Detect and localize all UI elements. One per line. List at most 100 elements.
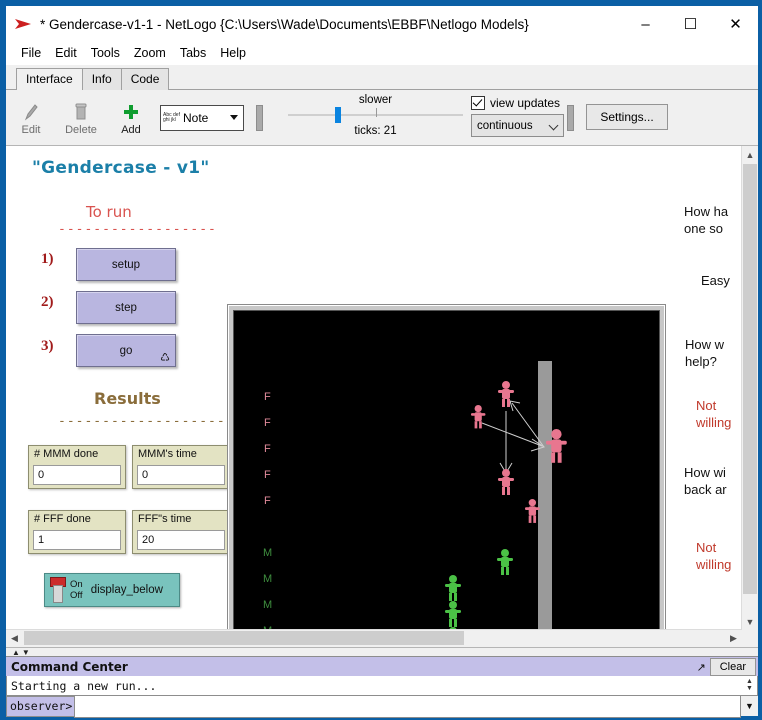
- monitor-fff-time[interactable]: FFF"s time 20: [132, 510, 230, 554]
- female-agent: [498, 381, 514, 407]
- minimize-button[interactable]: –: [623, 6, 668, 42]
- speed-label: slower: [288, 94, 463, 106]
- note-6-line-2: willing: [696, 557, 731, 572]
- menu-tabs[interactable]: Tabs: [173, 44, 213, 62]
- monitor-label: FFF"s time: [133, 511, 229, 525]
- pencil-icon: [22, 100, 40, 122]
- world-view[interactable]: F F F F F M M M M M 1 2 3 4 5 6 7: [227, 304, 666, 630]
- note-4: Not willing: [696, 397, 731, 431]
- monitor-mmm-done[interactable]: # MMM done 0: [28, 445, 126, 489]
- menu-tools[interactable]: Tools: [84, 44, 127, 62]
- link-arrows: [482, 401, 544, 473]
- step-button-label: step: [115, 302, 137, 314]
- command-center-header: Command Center ↗ Clear: [6, 656, 758, 676]
- monitor-value: 0: [33, 465, 121, 485]
- history-dropdown-icon[interactable]: ▼: [741, 697, 758, 716]
- setup-button-label: setup: [112, 259, 140, 271]
- edit-button[interactable]: Edit: [6, 95, 56, 141]
- delete-button[interactable]: Delete: [56, 95, 106, 141]
- menu-file[interactable]: File: [14, 44, 48, 62]
- note-4-line-2: willing: [696, 415, 731, 430]
- add-button[interactable]: Add: [106, 95, 156, 141]
- monitor-fff-done[interactable]: # FFF done 1: [28, 510, 126, 554]
- row-label-m-2: M: [263, 573, 272, 585]
- male-agent: [445, 601, 461, 627]
- command-input[interactable]: [74, 695, 741, 718]
- settings-button[interactable]: Settings...: [586, 104, 668, 130]
- edit-label: Edit: [22, 124, 41, 136]
- speed-slider[interactable]: [288, 107, 463, 123]
- results-heading: Results: [94, 389, 161, 408]
- interface-canvas[interactable]: "Gendercase - v1" To run ---------------…: [6, 146, 742, 630]
- go-button-label: go: [120, 345, 133, 357]
- vertical-scroll-thumb[interactable]: [743, 164, 757, 594]
- step-number-2: 2): [41, 294, 54, 311]
- interface-horizontal-scrollbar[interactable]: ◀ ▶: [6, 629, 742, 647]
- clear-button[interactable]: Clear: [710, 658, 756, 676]
- tab-code[interactable]: Code: [121, 68, 170, 90]
- row-label-f-1: F: [264, 391, 271, 403]
- horizontal-scroll-thumb[interactable]: [24, 631, 464, 645]
- scrollbar-corner: [742, 630, 758, 647]
- monitor-label: # MMM done: [29, 446, 125, 460]
- update-mode-select[interactable]: continuous: [471, 114, 564, 137]
- command-center-splitter[interactable]: ▲▼: [6, 647, 758, 656]
- female-agent: [525, 499, 540, 523]
- note-1-line-2: one so: [684, 221, 723, 236]
- menu-zoom[interactable]: Zoom: [127, 44, 173, 62]
- widget-type-select[interactable]: Abc defghi jkl Note: [160, 105, 244, 131]
- note-6: Not willing: [696, 539, 731, 573]
- menu-bar: File Edit Tools Zoom Tabs Help: [6, 42, 758, 65]
- step-button[interactable]: step: [76, 291, 176, 324]
- toolbar-separator-1: [256, 105, 263, 131]
- monitor-label: # FFF done: [29, 511, 125, 525]
- display-below-switch[interactable]: On Off display_below: [44, 573, 180, 607]
- monitor-label: MMM's time: [133, 446, 229, 460]
- note-5-line-1: How wi: [684, 465, 726, 480]
- to-run-heading: To run: [86, 203, 132, 221]
- scroll-down-icon[interactable]: ▼: [742, 613, 758, 630]
- scroll-right-icon[interactable]: ▶: [725, 630, 742, 647]
- monitor-value: 0: [137, 465, 225, 485]
- menu-edit[interactable]: Edit: [48, 44, 84, 62]
- maximize-button[interactable]: ☐: [668, 6, 713, 42]
- note-5-line-2: back ar: [684, 482, 727, 497]
- netlogo-window: * Gendercase-v1-1 - NetLogo {C:\Users\Wa…: [5, 5, 759, 717]
- widget-type-value: Note: [183, 111, 208, 125]
- note-4-line-1: Not: [696, 398, 716, 413]
- tab-bar: Interface Info Code: [6, 65, 758, 90]
- expand-icon[interactable]: ↗: [693, 659, 710, 675]
- monitor-value: 1: [33, 530, 121, 550]
- note-1-line-1: How ha: [684, 204, 728, 219]
- interface-vertical-scrollbar[interactable]: ▲ ▼: [741, 146, 758, 630]
- note-3: How w help?: [685, 336, 724, 370]
- toolbar-separator-2: [567, 105, 574, 131]
- command-center-input-row: observer> ▼: [6, 696, 758, 716]
- go-button[interactable]: go ♺: [76, 334, 176, 367]
- note-6-line-1: Not: [696, 540, 716, 555]
- interface-area: "Gendercase - v1" To run ---------------…: [6, 146, 758, 647]
- note-1: How ha one so: [684, 203, 728, 237]
- note-3-line-2: help?: [685, 354, 717, 369]
- menu-help[interactable]: Help: [213, 44, 253, 62]
- text-lines-icon: Abc defghi jkl: [163, 113, 180, 123]
- female-agent: [498, 469, 514, 495]
- row-label-f-2: F: [264, 417, 271, 429]
- scroll-up-icon[interactable]: ▲: [742, 146, 758, 163]
- switch-off-label: Off: [70, 590, 83, 601]
- slider-thumb[interactable]: [335, 107, 341, 123]
- setup-button[interactable]: setup: [76, 248, 176, 281]
- tab-info[interactable]: Info: [82, 68, 122, 90]
- output-scroll-icons[interactable]: ▲▼: [744, 676, 755, 693]
- view-updates-checkbox[interactable]: view updates: [471, 96, 564, 110]
- close-button[interactable]: ✕: [713, 6, 758, 42]
- speed-slider-group: slower ticks: 21: [288, 94, 463, 137]
- monitor-mmm-time[interactable]: MMM's time 0: [132, 445, 230, 489]
- ticks-counter: ticks: 21: [288, 125, 463, 137]
- command-center-output[interactable]: Starting a new run... ▲▼: [6, 676, 758, 696]
- scroll-left-icon[interactable]: ◀: [6, 630, 23, 647]
- tab-interface[interactable]: Interface: [16, 68, 83, 90]
- world-canvas[interactable]: F F F F F M M M M M 1 2 3 4 5 6 7: [233, 310, 660, 630]
- note-2-line-1: Easy: [701, 273, 730, 288]
- row-label-m-3: M: [263, 599, 272, 611]
